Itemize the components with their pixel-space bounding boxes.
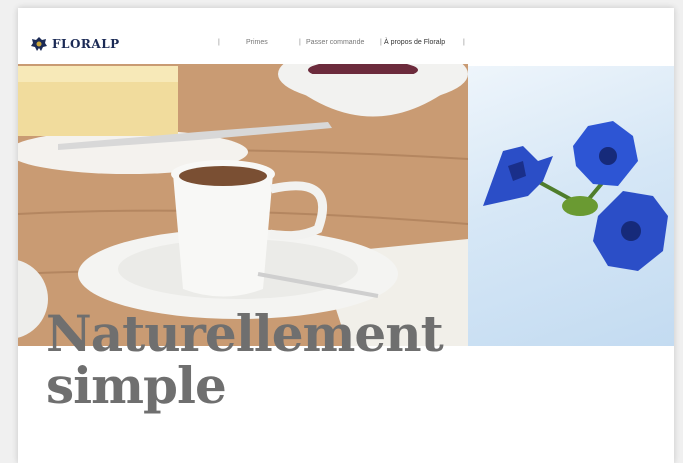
nav-item-order[interactable]: Passer commande — [306, 39, 364, 46]
gentian-flower-illustration — [483, 121, 668, 271]
nav-item-about[interactable]: À propos de Floralp — [384, 39, 445, 46]
screenshot-frame: FLORALP | Primes | Passer commande | À p… — [0, 0, 683, 463]
hero-headline: Naturellement simple — [46, 304, 444, 415]
nav-item-primes[interactable]: Primes — [246, 39, 268, 46]
site-header: FLORALP | Primes | Passer commande | À p… — [18, 8, 674, 64]
main-nav: | Primes | Passer commande | À propos de… — [18, 39, 674, 53]
headline-line-2: simple — [46, 356, 227, 415]
nav-separator: | — [218, 39, 220, 46]
nav-separator: | — [463, 39, 465, 46]
nav-separator: | — [380, 39, 382, 46]
hero-photo-gentian — [468, 66, 674, 346]
web-page: FLORALP | Primes | Passer commande | À p… — [18, 8, 674, 463]
headline-line-1: Naturellement — [46, 304, 444, 363]
nav-separator: | — [299, 39, 301, 46]
